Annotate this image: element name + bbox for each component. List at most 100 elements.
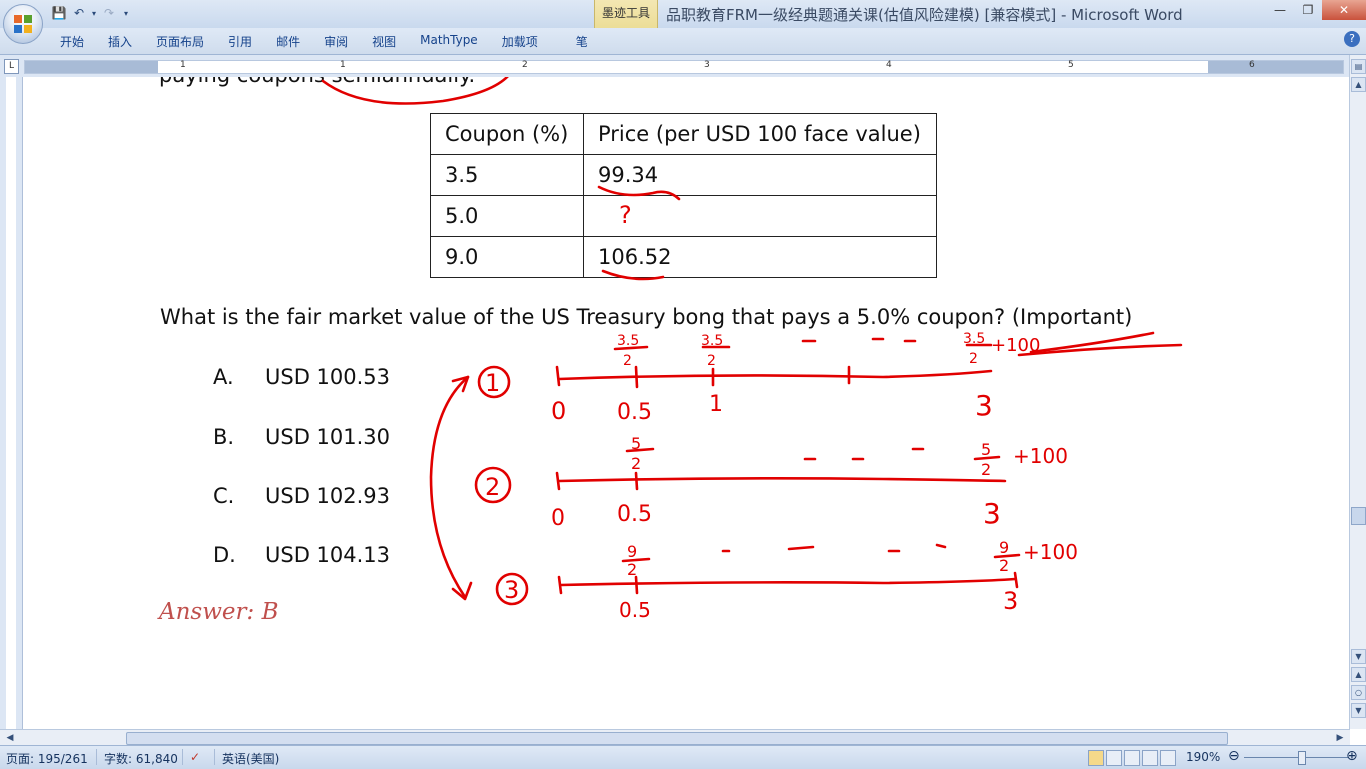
tab-add-ins[interactable]: 加载项 xyxy=(490,31,550,52)
office-logo-icon xyxy=(14,15,32,33)
ink-underline xyxy=(601,269,665,281)
tab-insert[interactable]: 插入 xyxy=(96,31,144,52)
tab-home[interactable]: 开始 xyxy=(48,31,96,52)
customize-toolbar-icon[interactable]: ▾ xyxy=(120,4,132,22)
document-page[interactable]: paying coupons semiannually. Coupon (%) … xyxy=(23,77,1349,729)
status-separator xyxy=(214,749,215,765)
ruler-number: 2 xyxy=(522,60,528,70)
ink-label: 0.5 xyxy=(619,598,651,622)
zoom-slider-thumb[interactable] xyxy=(1298,751,1306,765)
ink-label: 3.5 xyxy=(701,333,723,349)
ruler-toggle-icon[interactable]: ▤ xyxy=(1351,59,1366,74)
title-bar: 💾 ↶ ▾ ↷ ▾ 墨迹工具 品职教育FRM一级经典题通关课(估值风险建模) [… xyxy=(0,0,1366,40)
ruler-number: 6 xyxy=(1249,60,1255,70)
web-layout-icon[interactable] xyxy=(1124,750,1140,766)
ink-dashes xyxy=(803,447,925,461)
ink-dashes xyxy=(801,337,917,343)
redo-icon[interactable]: ↷ xyxy=(100,4,118,22)
zoom-out-icon[interactable]: ⊖ xyxy=(1228,748,1240,764)
scroll-down-icon[interactable]: ▼ xyxy=(1351,649,1366,664)
tab-page-layout[interactable]: 页面布局 xyxy=(144,31,216,52)
tab-references[interactable]: 引用 xyxy=(216,31,264,52)
ink-label: 0.5 xyxy=(617,502,652,527)
ribbon: 开始 插入 页面布局 引用 邮件 审阅 视图 MathType 加载项 笔 ? xyxy=(0,28,1366,55)
ink-label: 2 xyxy=(969,351,978,367)
ink-label: 3 xyxy=(504,576,519,604)
outline-view-icon[interactable] xyxy=(1142,750,1158,766)
ink-label: 5 xyxy=(981,440,991,459)
undo-icon[interactable]: ↶ xyxy=(70,4,88,22)
scroll-left-icon[interactable]: ◀ xyxy=(4,732,16,744)
minimize-icon[interactable]: — xyxy=(1266,0,1294,20)
status-separator xyxy=(182,749,183,765)
ruler-number: 3 xyxy=(704,60,710,70)
tab-mathtype[interactable]: MathType xyxy=(408,31,490,52)
vertical-scrollbar[interactable]: ▤ ▲ ▼ ▲ ○ ▼ xyxy=(1349,55,1366,729)
scroll-right-icon[interactable]: ▶ xyxy=(1334,732,1346,744)
previous-page-icon[interactable]: ▲ xyxy=(1351,667,1366,682)
horizontal-scroll-thumb[interactable] xyxy=(126,732,1228,745)
office-button[interactable] xyxy=(3,4,43,44)
word-count[interactable]: 字数: 61,840 xyxy=(104,750,178,767)
print-layout-view-icon[interactable] xyxy=(1088,750,1104,766)
ink-label: 2 xyxy=(999,556,1009,575)
context-tab-label: 墨迹工具 xyxy=(601,6,650,20)
ink-label: 0 xyxy=(551,397,566,425)
ruler-number: 5 xyxy=(1068,60,1074,70)
ink-label: 3.5 xyxy=(617,333,639,349)
status-bar: 页面: 195/261 字数: 61,840 ✓ 英语(美国) 190% ⊖ ⊕ xyxy=(0,745,1366,769)
ink-label: 3.5 xyxy=(963,331,985,347)
ink-label: +100 xyxy=(1023,540,1078,564)
full-screen-reading-icon[interactable] xyxy=(1106,750,1122,766)
restore-icon[interactable]: ❐ xyxy=(1294,0,1322,20)
proofing-icon[interactable]: ✓ xyxy=(190,750,200,764)
ruler-strip: 1 1 2 3 4 5 6 xyxy=(24,60,1344,74)
ink-label: 2 xyxy=(707,353,716,369)
browse-object-icon[interactable]: ○ xyxy=(1351,685,1366,700)
ink-label: 9 xyxy=(999,538,1009,557)
ink-question-mark: ? xyxy=(619,201,632,229)
ink-timeline xyxy=(557,369,993,381)
zoom-in-icon[interactable]: ⊕ xyxy=(1346,748,1358,764)
zoom-level[interactable]: 190% xyxy=(1186,750,1220,764)
tab-pen[interactable]: 笔 xyxy=(550,31,600,52)
horizontal-scrollbar[interactable]: ◀ ▶ xyxy=(0,729,1350,746)
ink-circle-stroke xyxy=(321,77,509,105)
page-count[interactable]: 页面: 195/261 xyxy=(6,750,88,767)
horizontal-ruler[interactable]: L 1 1 2 3 4 5 6 xyxy=(0,55,1350,78)
ink-label: 5 xyxy=(631,434,641,453)
window-controls: — ❐ ✕ xyxy=(1266,0,1366,22)
close-icon[interactable]: ✕ xyxy=(1322,0,1366,20)
ink-label: 3 xyxy=(1003,587,1018,615)
ruler-left-margin xyxy=(25,61,158,73)
vertical-ruler[interactable] xyxy=(0,77,23,729)
next-page-icon[interactable]: ▼ xyxy=(1351,703,1366,718)
window-title: 品职教育FRM一级经典题通关课(估值风险建模) [兼容模式] - Microso… xyxy=(666,6,1183,24)
save-icon[interactable]: 💾 xyxy=(50,4,68,22)
zoom-slider[interactable] xyxy=(1244,757,1348,758)
ink-curved-arrow xyxy=(429,375,470,599)
ink-label: 0.5 xyxy=(617,400,652,425)
ink-label: 2 xyxy=(623,353,632,369)
ink-label: 2 xyxy=(485,473,500,501)
ink-label: 0 xyxy=(551,506,565,531)
vertical-ruler-strip xyxy=(6,77,16,729)
language-indicator[interactable]: 英语(美国) xyxy=(222,750,279,767)
ink-timeline xyxy=(559,577,1017,587)
ink-label: 2 xyxy=(627,560,637,579)
help-icon[interactable]: ? xyxy=(1344,31,1360,47)
ink-label: 9 xyxy=(627,542,637,561)
undo-dropdown-icon[interactable]: ▾ xyxy=(90,4,98,22)
ruler-number: 1 xyxy=(340,60,346,70)
ruler-number: 4 xyxy=(886,60,892,70)
draft-view-icon[interactable] xyxy=(1160,750,1176,766)
ink-fraction-bar xyxy=(625,447,1001,461)
tab-view[interactable]: 视图 xyxy=(360,31,408,52)
tab-selector[interactable]: L xyxy=(4,59,19,74)
tab-review[interactable]: 审阅 xyxy=(312,31,360,52)
tab-mailings[interactable]: 邮件 xyxy=(264,31,312,52)
ribbon-tabs: 开始 插入 页面布局 引用 邮件 审阅 视图 MathType 加载项 笔 xyxy=(48,31,600,52)
vertical-scroll-thumb[interactable] xyxy=(1351,507,1366,525)
scroll-up-icon[interactable]: ▲ xyxy=(1351,77,1366,92)
ruler-number: 1 xyxy=(180,60,186,70)
